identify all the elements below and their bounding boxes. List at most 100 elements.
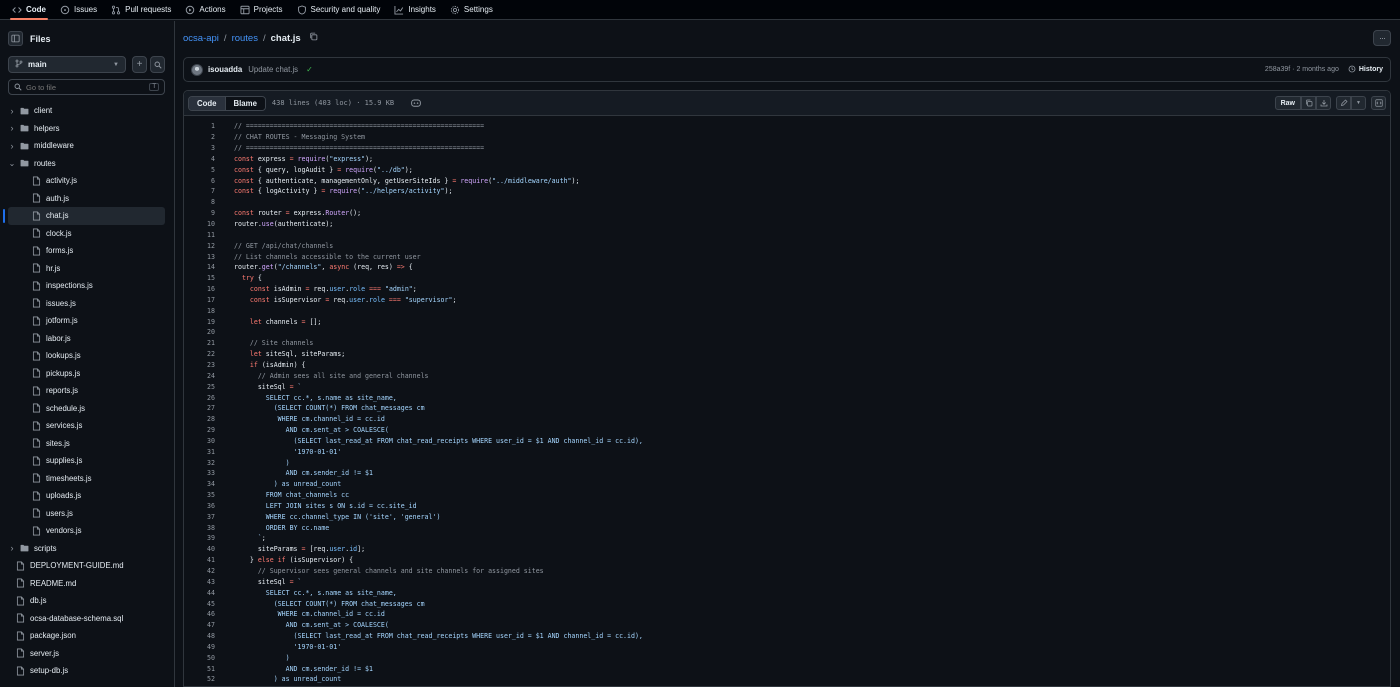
tree-file[interactable]: server.js — [0, 645, 174, 663]
line-number[interactable]: 5 — [184, 166, 215, 174]
tree-file[interactable]: setup-db.js — [0, 662, 174, 680]
tree-file[interactable]: forms.js — [0, 242, 174, 260]
copy-path-button[interactable] — [309, 32, 318, 44]
line-number[interactable]: 26 — [184, 394, 215, 402]
line-number[interactable]: 10 — [184, 220, 215, 228]
copilot-button[interactable] — [411, 98, 421, 109]
line-number[interactable]: 15 — [184, 274, 215, 282]
tree-file[interactable]: uploads.js — [0, 487, 174, 505]
tree-file[interactable]: package.json — [0, 627, 174, 645]
line-number[interactable]: 34 — [184, 480, 215, 488]
line-number[interactable]: 13 — [184, 253, 215, 261]
branch-selector[interactable]: main ▼ — [8, 56, 126, 73]
line-number[interactable]: 23 — [184, 361, 215, 369]
tab-actions[interactable]: Actions — [185, 0, 226, 20]
tree-file[interactable]: issues.js — [0, 295, 174, 313]
line-number[interactable]: 1 — [184, 122, 215, 130]
tree-file[interactable]: chat.js — [3, 207, 165, 225]
tab-insights[interactable]: Insights — [394, 0, 436, 20]
line-number[interactable]: 49 — [184, 643, 215, 651]
line-number[interactable]: 7 — [184, 187, 215, 195]
tab-projects[interactable]: Projects — [240, 0, 283, 20]
line-number[interactable]: 3 — [184, 144, 215, 152]
line-number[interactable]: 46 — [184, 610, 215, 618]
tree-file[interactable]: pickups.js — [0, 365, 174, 383]
edit-dropdown-button[interactable]: ▼ — [1351, 96, 1366, 110]
tree-folder[interactable]: › middleware — [0, 137, 174, 155]
tree-file[interactable]: jotform.js — [0, 312, 174, 330]
tree-file[interactable]: hr.js — [0, 260, 174, 278]
history-button[interactable]: History — [1348, 65, 1383, 75]
line-number[interactable]: 6 — [184, 177, 215, 185]
more-options-button[interactable]: ··· — [1373, 30, 1391, 46]
line-number[interactable]: 51 — [184, 665, 215, 673]
line-number[interactable]: 8 — [184, 198, 215, 206]
tree-file[interactable]: vendors.js — [0, 522, 174, 540]
tree-file[interactable]: lookups.js — [0, 347, 174, 365]
line-number[interactable]: 43 — [184, 578, 215, 586]
line-number[interactable]: 16 — [184, 285, 215, 293]
line-number[interactable]: 32 — [184, 459, 215, 467]
line-number[interactable]: 18 — [184, 307, 215, 315]
line-number[interactable]: 36 — [184, 502, 215, 510]
tree-folder[interactable]: › client — [0, 102, 174, 120]
tree-file[interactable]: README.md — [0, 575, 174, 593]
check-icon[interactable]: ✓ — [306, 65, 313, 74]
line-number[interactable]: 4 — [184, 155, 215, 163]
sidebar-collapse-button[interactable] — [8, 31, 23, 46]
line-number[interactable]: 50 — [184, 654, 215, 662]
tree-file[interactable]: schedule.js — [0, 400, 174, 418]
line-number[interactable]: 11 — [184, 231, 215, 239]
commit-author[interactable]: isouadda — [208, 65, 242, 74]
tree-file[interactable]: sites.js — [0, 435, 174, 453]
edit-button[interactable] — [1336, 96, 1351, 110]
tree-file[interactable]: ocsa-database-schema.sql — [0, 610, 174, 628]
go-to-file-input[interactable] — [26, 82, 136, 92]
tree-file[interactable]: services.js — [0, 417, 174, 435]
tree-folder[interactable]: ⌄ routes — [0, 155, 174, 173]
line-number[interactable]: 25 — [184, 383, 215, 391]
tree-file[interactable]: clock.js — [0, 225, 174, 243]
line-number[interactable]: 17 — [184, 296, 215, 304]
line-number[interactable]: 35 — [184, 491, 215, 499]
line-number[interactable]: 48 — [184, 632, 215, 640]
line-number[interactable]: 44 — [184, 589, 215, 597]
tree-file[interactable]: reports.js — [0, 382, 174, 400]
line-number[interactable]: 27 — [184, 404, 215, 412]
line-number[interactable]: 38 — [184, 524, 215, 532]
line-number[interactable]: 21 — [184, 339, 215, 347]
tree-file[interactable]: auth.js — [0, 190, 174, 208]
add-file-button[interactable]: + — [132, 56, 147, 73]
tab-pull-requests[interactable]: Pull requests — [111, 0, 171, 20]
tab-security-and-quality[interactable]: Security and quality — [297, 0, 380, 20]
search-files-button[interactable] — [150, 56, 165, 73]
line-number[interactable]: 45 — [184, 600, 215, 608]
tree-file[interactable]: supplies.js — [0, 452, 174, 470]
breadcrumb-folder-link[interactable]: routes — [232, 33, 258, 44]
tree-file[interactable]: users.js — [0, 505, 174, 523]
line-number[interactable]: 33 — [184, 469, 215, 477]
line-number[interactable]: 37 — [184, 513, 215, 521]
commit-message[interactable]: Update chat.js — [248, 65, 298, 74]
line-number[interactable]: 47 — [184, 621, 215, 629]
line-number[interactable]: 2 — [184, 133, 215, 141]
raw-button[interactable]: Raw — [1274, 96, 1301, 110]
tree-file[interactable]: timesheets.js — [0, 470, 174, 488]
line-number[interactable]: 52 — [184, 675, 215, 683]
line-number[interactable]: 24 — [184, 372, 215, 380]
line-number[interactable]: 39 — [184, 534, 215, 542]
line-number[interactable]: 20 — [184, 328, 215, 336]
line-number[interactable]: 9 — [184, 209, 215, 217]
tree-folder[interactable]: › scripts — [0, 540, 174, 558]
tab-issues[interactable]: Issues — [60, 0, 97, 20]
tab-blame[interactable]: Blame — [225, 96, 265, 110]
line-number[interactable]: 41 — [184, 556, 215, 564]
tree-file[interactable]: activity.js — [0, 172, 174, 190]
line-number[interactable]: 12 — [184, 242, 215, 250]
commit-meta[interactable]: 258a39f · 2 months ago — [1265, 66, 1339, 73]
symbols-panel-button[interactable] — [1371, 96, 1386, 110]
tab-code[interactable]: Code — [10, 0, 48, 20]
tab-code[interactable]: Code — [189, 96, 226, 110]
line-number[interactable]: 29 — [184, 426, 215, 434]
line-number[interactable]: 19 — [184, 318, 215, 326]
